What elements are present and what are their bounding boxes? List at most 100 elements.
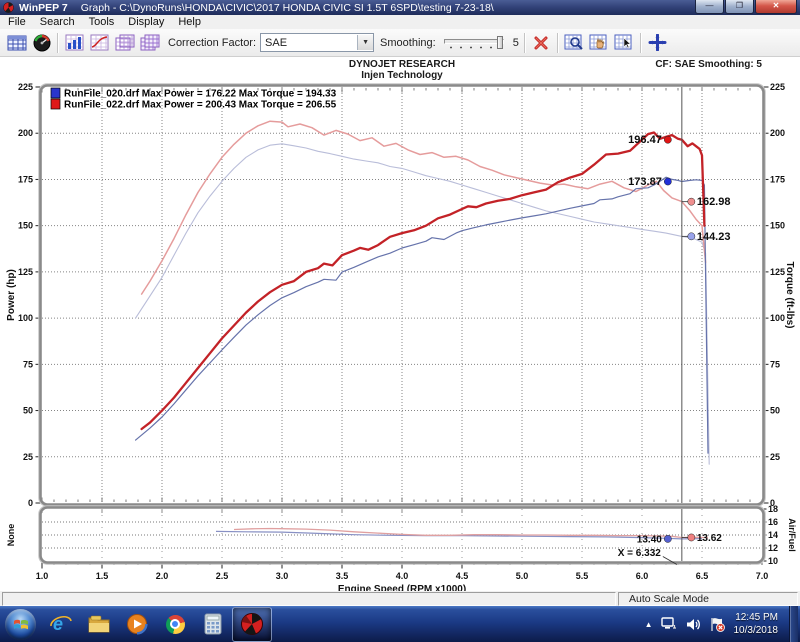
crosshair-icon xyxy=(648,34,667,51)
toolbar-separator xyxy=(640,33,642,53)
clock-date: 10/3/2018 xyxy=(734,624,779,638)
power-tick-label: 100 xyxy=(18,313,33,323)
crosshair-button[interactable] xyxy=(645,32,670,54)
gauge-icon xyxy=(33,34,51,52)
graph-bars-button[interactable] xyxy=(62,32,87,54)
cursor-readout: 13.40 xyxy=(637,534,662,545)
graph-client-area: DYNOJET RESEARCHInjen TechnologyCF: SAE … xyxy=(0,57,800,591)
select-graph-button[interactable] xyxy=(612,32,637,54)
rpm-tick-label: 5.0 xyxy=(516,571,529,581)
clear-graph-button[interactable] xyxy=(529,32,554,54)
torque-tick-label: 200 xyxy=(770,128,785,138)
runfile-020-power-curve xyxy=(136,177,708,453)
menu-item-tools[interactable]: Tools xyxy=(83,16,123,28)
status-message-panel xyxy=(2,592,616,606)
menu-item-display[interactable]: Display xyxy=(122,16,172,28)
rpm-tick-label: 3.0 xyxy=(276,571,289,581)
multi-graph-button-1[interactable] xyxy=(112,32,137,54)
graph-header-line2: Injen Technology xyxy=(361,70,443,81)
rpm-tick-label: 6.5 xyxy=(696,571,709,581)
cursor-readout: 144.23 xyxy=(697,231,731,243)
dyno-graph[interactable]: DYNOJET RESEARCHInjen TechnologyCF: SAE … xyxy=(0,57,800,591)
chevron-down-icon[interactable]: ▼ xyxy=(357,35,373,50)
menu-item-help[interactable]: Help xyxy=(172,16,209,28)
cursor-dot xyxy=(688,198,695,205)
taskbar-calculator-icon[interactable] xyxy=(194,608,232,641)
taskbar-wmp-icon[interactable] xyxy=(118,608,156,641)
tray-network-icon[interactable] xyxy=(660,616,678,632)
power-tick-label: 125 xyxy=(18,267,33,277)
torque-axis-title: Torque (ft-lbs) xyxy=(784,261,795,328)
taskbar-winpep-button[interactable] xyxy=(232,607,272,642)
rpm-tick-label: 2.0 xyxy=(156,571,169,581)
smoothing-slider[interactable] xyxy=(442,35,506,51)
smoothing-value: 5 xyxy=(513,37,519,49)
toolbar-separator xyxy=(57,33,59,53)
window-controls: — ❐ ✕ xyxy=(695,0,797,14)
cursor-readout: 162.98 xyxy=(697,196,731,208)
menu-item-search[interactable]: Search xyxy=(34,16,83,28)
power-tick-label: 50 xyxy=(23,406,33,416)
power-tick-label: 75 xyxy=(23,359,33,369)
start-button[interactable] xyxy=(5,609,36,640)
af-tick-label: 16 xyxy=(768,517,778,527)
graph-header-cf: CF: SAE Smoothing: 5 xyxy=(655,59,762,70)
cursor-dot xyxy=(664,535,671,542)
taskbar-chrome-icon[interactable] xyxy=(156,608,194,641)
graph-curve-button[interactable] xyxy=(87,32,112,54)
restore-button[interactable]: ❐ xyxy=(725,0,754,14)
taskbar-ie-icon[interactable]: e xyxy=(42,608,80,641)
tray-action-center-icon[interactable] xyxy=(709,616,725,632)
smoothing-label: Smoothing: xyxy=(380,37,436,49)
toolbar-separator xyxy=(524,33,526,53)
legend-swatch xyxy=(51,99,60,109)
zoom-graph-button[interactable] xyxy=(562,32,587,54)
torque-tick-label: 225 xyxy=(770,82,785,92)
rpm-tick-label: 7.0 xyxy=(756,571,769,581)
rpm-tick-label: 6.0 xyxy=(636,571,649,581)
taskbar: e xyxy=(0,606,800,642)
rpm-tick-label: 1.0 xyxy=(36,571,49,581)
af-tick-label: 10 xyxy=(768,556,778,566)
menu-item-file[interactable]: File xyxy=(2,16,34,28)
winpep-app-icon xyxy=(3,2,14,13)
folder-icon xyxy=(87,614,111,634)
slider-handle[interactable] xyxy=(497,36,503,49)
power-tick-label: 200 xyxy=(18,128,33,138)
pan-graph-button[interactable] xyxy=(587,32,612,54)
torque-tick-label: 75 xyxy=(770,359,780,369)
tray-clock[interactable]: 12:45 PM 10/3/2018 xyxy=(734,611,779,638)
show-desktop-button[interactable] xyxy=(789,606,798,642)
af-axis-title: Air/Fuel xyxy=(787,518,797,552)
gauge-button[interactable] xyxy=(29,32,54,54)
bar-graph-icon xyxy=(65,34,84,51)
rpm-tick-label: 1.5 xyxy=(96,571,109,581)
correction-factor-value: SAE xyxy=(265,37,287,49)
internet-explorer-icon: e xyxy=(49,613,73,635)
legend-entry: RunFile_022.drf Max Power = 200.43 Max T… xyxy=(64,100,337,111)
grid-cursor-icon xyxy=(614,34,634,51)
taskbar-explorer-icon[interactable] xyxy=(80,608,118,641)
close-button[interactable]: ✕ xyxy=(755,0,797,14)
data-table-button[interactable] xyxy=(4,32,29,54)
tray-volume-icon[interactable] xyxy=(685,617,702,632)
system-tray: ▲ 12:45 PM 10/3/2018 xyxy=(645,606,800,642)
minimize-button[interactable]: — xyxy=(695,0,724,14)
multi-graph-button-2[interactable] xyxy=(137,32,162,54)
red-x-icon xyxy=(533,35,549,51)
power-tick-label: 0 xyxy=(28,498,33,508)
torque-tick-label: 50 xyxy=(770,406,780,416)
af-tick-label: 14 xyxy=(768,530,778,540)
app-title: WinPEP 7 xyxy=(19,2,68,14)
menu-bar: FileSearchToolsDisplayHelp xyxy=(0,15,800,29)
af-tick-label: 12 xyxy=(768,543,778,553)
windows-logo-icon xyxy=(13,617,29,631)
torque-tick-label: 150 xyxy=(770,221,785,231)
rpm-tick-label: 3.5 xyxy=(336,571,349,581)
cursor-x-label: X = 6.332 xyxy=(618,548,662,559)
rpm-tick-label: 4.5 xyxy=(456,571,469,581)
power-tick-label: 175 xyxy=(18,174,33,184)
tray-expand-icon[interactable]: ▲ xyxy=(645,620,653,629)
cursor-dot xyxy=(688,534,695,541)
correction-factor-select[interactable]: SAE ▼ xyxy=(260,33,374,52)
